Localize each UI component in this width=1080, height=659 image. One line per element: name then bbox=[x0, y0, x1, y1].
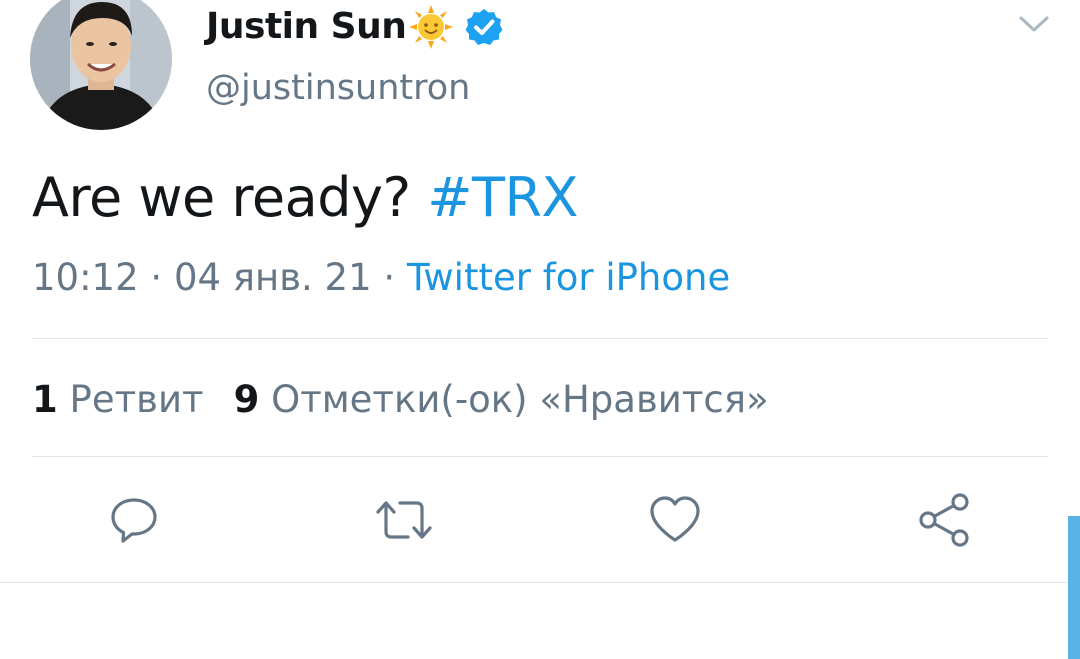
likes-stat[interactable]: 9 Отметки(-ок) «Нравится» bbox=[234, 378, 769, 421]
tweet-source-link[interactable]: Twitter for iPhone bbox=[407, 256, 730, 299]
divider bbox=[32, 456, 1048, 457]
likes-label: Отметки(-ок) «Нравится» bbox=[271, 378, 769, 421]
divider bbox=[32, 338, 1048, 339]
reply-button[interactable] bbox=[104, 490, 164, 550]
tweet-detail: Justin Sun @justinsuntron Are we ready? … bbox=[0, 0, 1080, 659]
retweet-button[interactable] bbox=[374, 490, 434, 550]
verified-badge-icon bbox=[465, 9, 503, 45]
tweet-text: Are we ready? #TRX bbox=[32, 166, 579, 229]
scrollbar-thumb[interactable] bbox=[1068, 516, 1080, 659]
share-button[interactable] bbox=[914, 490, 974, 550]
retweets-label: Ретвит bbox=[69, 378, 204, 421]
tweet-meta: 10:12 · 04 янв. 21 · Twitter for iPhone bbox=[32, 256, 730, 299]
heart-icon bbox=[650, 496, 700, 542]
user-handle[interactable]: @justinsuntron bbox=[206, 68, 470, 108]
meta-separator: · bbox=[150, 256, 163, 299]
avatar-image bbox=[30, 0, 172, 130]
tweet-stats: 1 Ретвит 9 Отметки(-ок) «Нравится» bbox=[32, 378, 769, 421]
chevron-down-icon bbox=[1019, 16, 1049, 32]
user-name-row[interactable]: Justin Sun bbox=[206, 2, 504, 50]
tweet-text-plain: Are we ready? bbox=[32, 166, 428, 229]
hashtag-link[interactable]: #TRX bbox=[427, 166, 578, 229]
retweets-stat[interactable]: 1 Ретвит bbox=[32, 378, 204, 421]
sun-with-face-icon bbox=[409, 5, 454, 49]
divider bbox=[0, 582, 1080, 583]
retweets-count: 1 bbox=[32, 378, 58, 421]
like-button[interactable] bbox=[645, 490, 705, 550]
share-icon bbox=[919, 493, 969, 547]
avatar[interactable] bbox=[30, 0, 172, 130]
tweet-time: 10:12 bbox=[32, 256, 139, 299]
tweet-date: 04 янв. 21 bbox=[173, 256, 372, 299]
display-name[interactable]: Justin Sun bbox=[206, 6, 407, 47]
retweet-icon bbox=[376, 501, 432, 539]
tweet-menu-button[interactable] bbox=[1012, 4, 1056, 44]
comment-icon bbox=[111, 498, 157, 543]
likes-count: 9 bbox=[233, 378, 260, 421]
meta-separator: · bbox=[383, 256, 396, 299]
